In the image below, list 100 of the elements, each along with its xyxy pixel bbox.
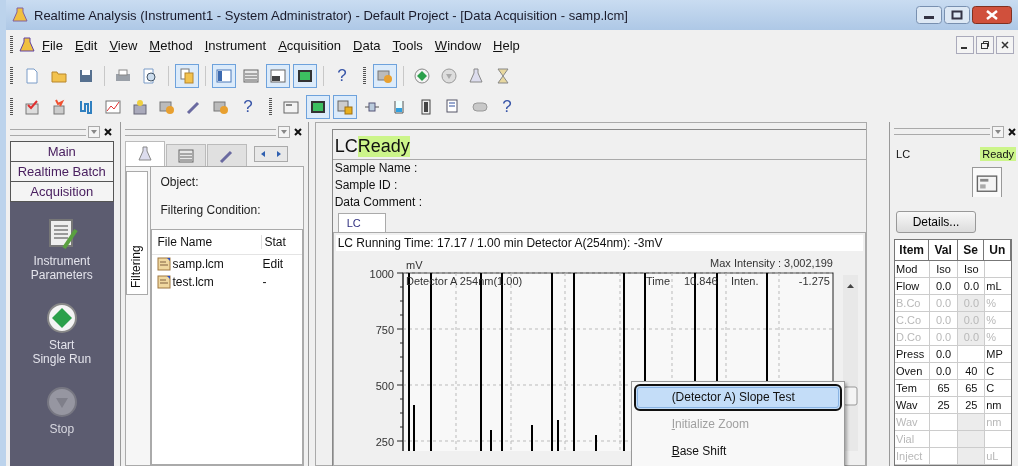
- grip-handle[interactable]: [10, 66, 13, 85]
- flask-icon: [468, 67, 484, 84]
- grip-handle[interactable]: [124, 128, 276, 136]
- screen-icon: [310, 98, 326, 115]
- screen-icon: [297, 67, 313, 84]
- menu-item[interactable]: Instrument: [199, 35, 272, 55]
- menu-item[interactable]: Acquisition: [273, 35, 347, 55]
- table-icon: [243, 67, 259, 84]
- close-icon[interactable]: [101, 126, 114, 138]
- restore-icon[interactable]: [976, 36, 994, 54]
- stop-icon: [441, 67, 457, 84]
- menu-item[interactable]: Edit: [69, 35, 103, 55]
- help-button[interactable]: ?: [495, 94, 519, 119]
- menu-item[interactable]: File: [37, 35, 68, 55]
- side-tab[interactable]: Filtering: [125, 171, 148, 295]
- close-icon[interactable]: [996, 36, 1014, 54]
- file-icon: [156, 257, 171, 271]
- group-tab[interactable]: Main: [10, 141, 114, 162]
- object-label: Object:: [159, 174, 200, 191]
- menu-item[interactable]: (Detector A) Slope Test: [633, 384, 842, 411]
- table-cell-text: MP: [985, 347, 1004, 362]
- help-button[interactable]: ?: [330, 63, 354, 88]
- menu-item[interactable]: Window: [429, 35, 487, 55]
- grip-handle[interactable]: [10, 97, 13, 116]
- field-label: Data Comment :: [333, 194, 423, 211]
- device-tab[interactable]: [972, 167, 1002, 198]
- readout-value: -1.275: [798, 275, 830, 287]
- close-icon[interactable]: [291, 126, 304, 138]
- running-status: LC Running Time: 17.17 / 1.00 min Detector A(254nm): -3mV: [335, 235, 863, 251]
- tab[interactable]: LC: [337, 213, 386, 232]
- table-icon: [177, 147, 194, 164]
- table-cell-text: mL: [985, 279, 1003, 294]
- table-cell: 0.0: [929, 346, 959, 362]
- column-header[interactable]: File Name: [151, 235, 262, 249]
- help-button[interactable]: ?: [236, 94, 260, 119]
- table-cell-text: C: [985, 381, 996, 396]
- file-icon: [156, 275, 171, 289]
- panel-tab[interactable]: [124, 141, 165, 166]
- preview-icon: [142, 67, 158, 84]
- menu-item[interactable]: Method: [144, 35, 198, 55]
- tab-scroll-arrows[interactable]: [253, 146, 288, 162]
- box-icon: [132, 98, 148, 115]
- table-cell-text: C: [985, 364, 996, 379]
- minimize-icon[interactable]: [956, 36, 974, 54]
- table-cell: Vial: [895, 431, 930, 447]
- column-header[interactable]: Item: [895, 240, 930, 260]
- table-cell: 0.0: [929, 363, 959, 379]
- toolbar-button[interactable]: [293, 63, 317, 88]
- y-tick-label: 500: [375, 380, 394, 392]
- column-header[interactable]: Val: [929, 240, 958, 260]
- window-icon: [270, 67, 286, 84]
- flask-icon: [136, 146, 153, 162]
- grip-handle[interactable]: [10, 128, 86, 136]
- spark-icon: [51, 98, 67, 115]
- details-button[interactable]: Details...: [896, 211, 976, 233]
- maximize-icon[interactable]: [944, 6, 970, 24]
- grip-handle[interactable]: [10, 36, 13, 54]
- menu-item[interactable]: Base Shift: [633, 438, 842, 465]
- grip-handle[interactable]: [363, 66, 366, 85]
- file-name[interactable]: test.lcm: [172, 275, 214, 289]
- field-label: Sample ID :: [333, 177, 399, 194]
- shortcut-button[interactable]: Instrument Parameters: [30, 218, 93, 282]
- toolbar-button[interactable]: [212, 63, 236, 88]
- table-cell: Flow: [895, 278, 930, 294]
- file-name[interactable]: samp.lcm: [172, 257, 224, 271]
- toolbar-button[interactable]: [266, 63, 290, 88]
- grip-handle[interactable]: [894, 128, 990, 136]
- flask-icon: [19, 37, 35, 53]
- readout-label: Time: [645, 275, 670, 287]
- window-title: Realtime Analysis (Instrument1 - System Administrator) - Default Project - [Data Acquisition - samp.lcm]: [34, 7, 628, 23]
- panel-tab[interactable]: [165, 144, 206, 166]
- table-cell-text: nm: [985, 415, 1003, 430]
- column-header[interactable]: Stat: [261, 235, 295, 249]
- table-cell: Tem: [895, 380, 930, 396]
- menu-item[interactable]: Data: [348, 35, 386, 55]
- table-cell-text: %: [985, 296, 998, 311]
- group-tab[interactable]: Acquisition: [10, 181, 114, 202]
- close-icon[interactable]: [1006, 125, 1018, 138]
- panel-tab[interactable]: [206, 144, 247, 166]
- document-icon: [24, 67, 40, 84]
- floppy-icon: [78, 67, 94, 84]
- menu-item[interactable]: Help: [488, 35, 525, 55]
- printer-icon: [115, 67, 131, 84]
- column-header[interactable]: Se: [957, 240, 985, 260]
- menu-item[interactable]: Tools: [387, 35, 428, 55]
- shortcut-button[interactable]: Start Single Run: [32, 302, 92, 366]
- y-unit: mV: [405, 259, 423, 271]
- beaker-icon: [391, 98, 407, 115]
- file-status: Edit: [261, 257, 285, 271]
- group-tab[interactable]: Realtime Batch: [10, 161, 114, 182]
- column-header[interactable]: Un: [984, 240, 1011, 260]
- lock-icon: [337, 98, 353, 115]
- table-cell-text: %: [985, 330, 998, 345]
- minimize-icon[interactable]: [916, 6, 942, 24]
- close-icon[interactable]: [972, 6, 1012, 24]
- pipe-icon: [78, 98, 94, 115]
- toolbar-button[interactable]: [306, 94, 330, 119]
- table-cell: Mod: [895, 261, 930, 277]
- grip-handle[interactable]: [269, 97, 272, 116]
- menu-item[interactable]: View: [104, 35, 143, 55]
